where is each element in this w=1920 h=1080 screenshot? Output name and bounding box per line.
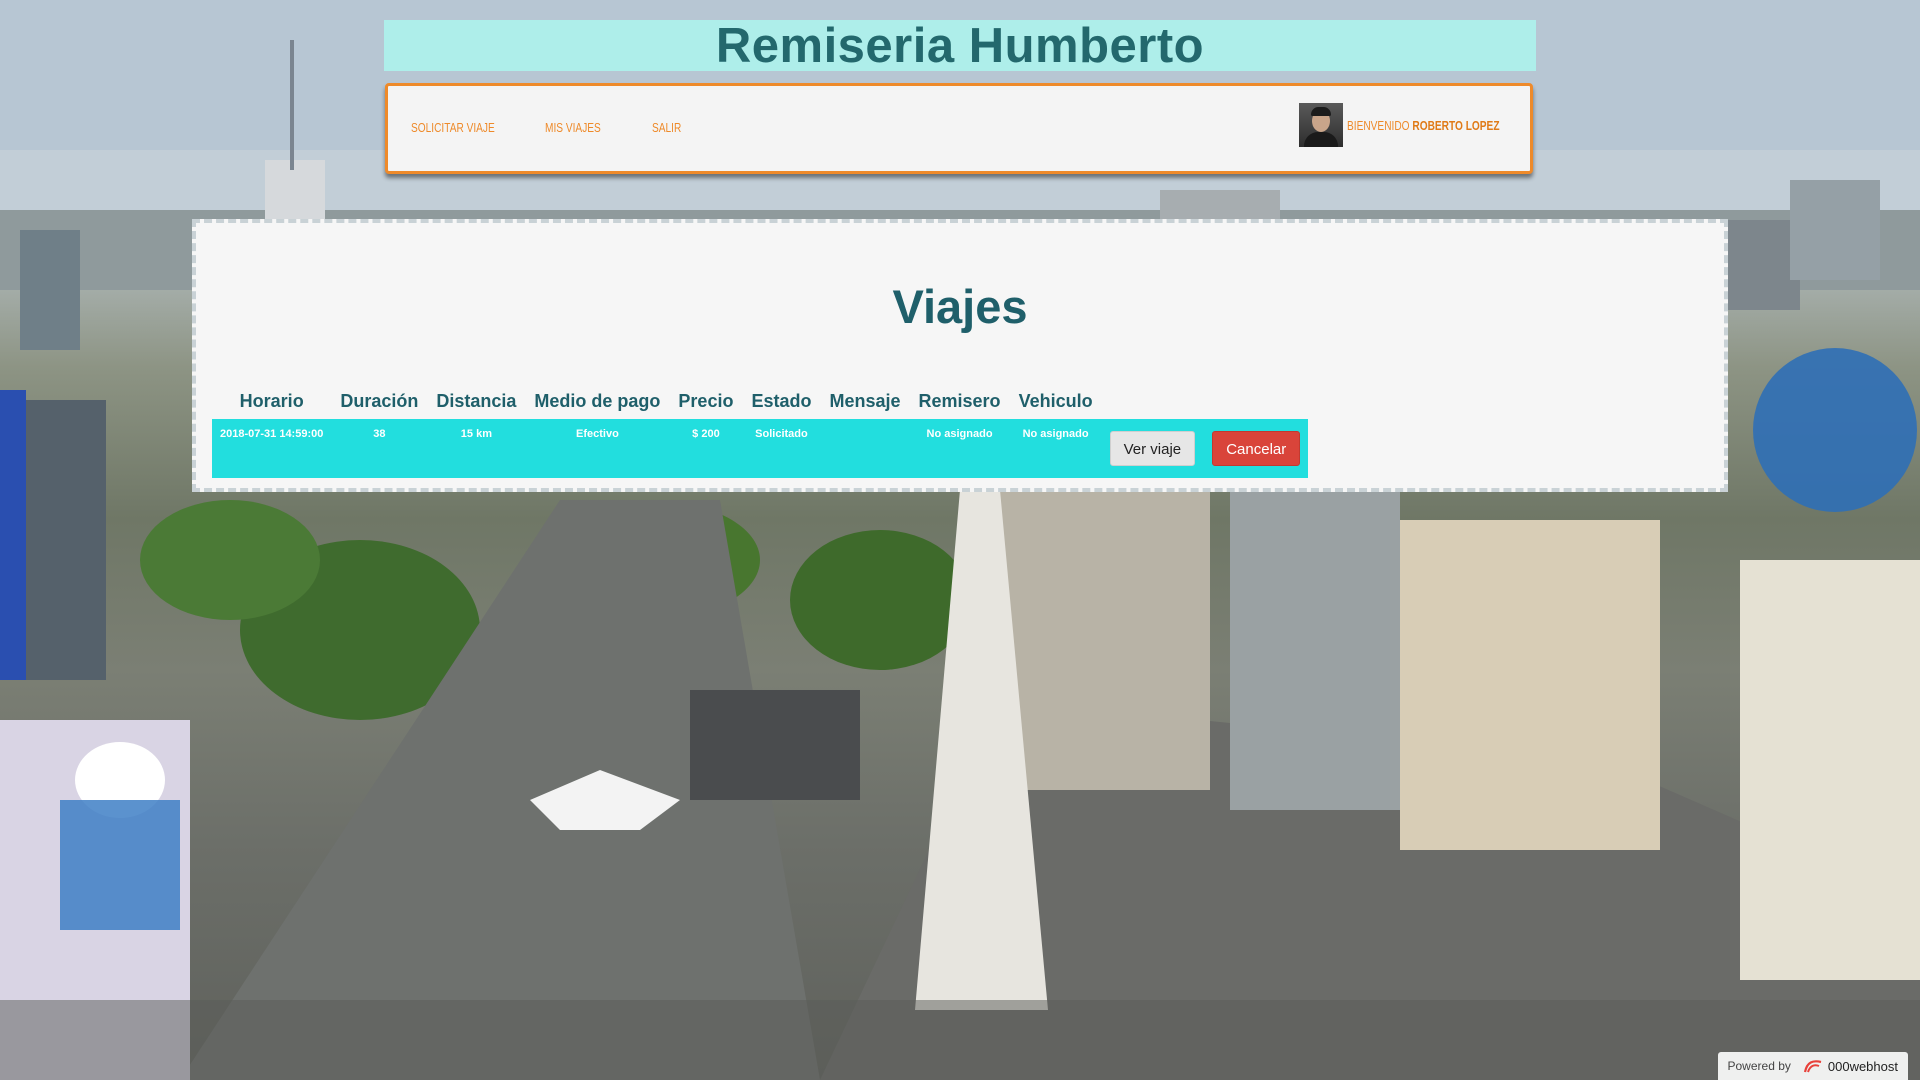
cell-precio: $ 200: [669, 419, 743, 478]
cell-duracion: 38: [331, 419, 428, 478]
trips-panel: Viajes Horario Duración Distancia Medio …: [192, 219, 1728, 492]
page: Remiseria Humberto Solicitar viaje Mis v…: [0, 0, 1920, 1080]
col-horario: Horario: [239, 390, 304, 411]
cell-horario: 2018-07-31 14:59:00: [212, 419, 332, 478]
cell-actions: Ver viaje Cancelar: [1101, 419, 1309, 478]
table-row: 2018-07-31 14:59:00 38 15 km Efectivo $ …: [212, 419, 1309, 478]
col-duracion: Duración: [340, 390, 419, 411]
col-remisero: Remisero: [918, 390, 1001, 411]
view-trip-button[interactable]: Ver viaje: [1109, 431, 1196, 466]
cell-remisero: No asignado: [909, 419, 1010, 478]
welcome-prefix: Bienvenido: [1347, 117, 1410, 133]
col-distancia: Distancia: [436, 390, 517, 411]
cell-vehiculo: No asignado: [1009, 419, 1102, 478]
col-mensaje: Mensaje: [829, 390, 901, 411]
nav-mis-viajes[interactable]: Mis viajes: [545, 120, 601, 135]
site-title-bar: Remiseria Humberto: [384, 18, 1536, 73]
cancel-trip-button[interactable]: Cancelar: [1212, 431, 1301, 466]
powered-by-brand: 000webhost: [1827, 1058, 1898, 1074]
nav-solicitar-viaje[interactable]: Solicitar viaje: [411, 120, 495, 135]
col-estado: Estado: [751, 390, 812, 411]
col-precio: Precio: [678, 390, 734, 411]
cell-mensaje: [820, 419, 910, 478]
user-avatar: [1299, 103, 1343, 147]
page-title: Viajes: [892, 280, 1028, 333]
table-header-row: Horario Duración Distancia Medio de pago…: [212, 383, 1308, 419]
000webhost-logo-icon: [1803, 1060, 1822, 1073]
col-vehiculo: Vehiculo: [1018, 390, 1093, 411]
welcome-text: Bienvenido Roberto Lopez: [1347, 117, 1500, 133]
col-actions: [1102, 383, 1309, 419]
nav-salir[interactable]: Salir: [652, 120, 681, 135]
site-title: Remiseria Humberto: [715, 18, 1205, 73]
navbar: Solicitar viaje Mis viajes Salir Bienven…: [385, 83, 1533, 174]
cell-medio-pago: Efectivo: [525, 419, 670, 478]
user-area: Bienvenido Roberto Lopez: [1299, 103, 1505, 147]
trips-table: Horario Duración Distancia Medio de pago…: [212, 383, 1309, 478]
powered-by-text: Powered by: [1727, 1059, 1791, 1073]
powered-by-badge[interactable]: Powered by 000webhost: [1717, 1052, 1908, 1080]
user-name: Roberto Lopez: [1412, 117, 1500, 133]
cell-distancia: 15 km: [427, 419, 526, 478]
col-medio-pago: Medio de pago: [534, 390, 661, 411]
cell-estado: Solicitado: [742, 419, 821, 478]
